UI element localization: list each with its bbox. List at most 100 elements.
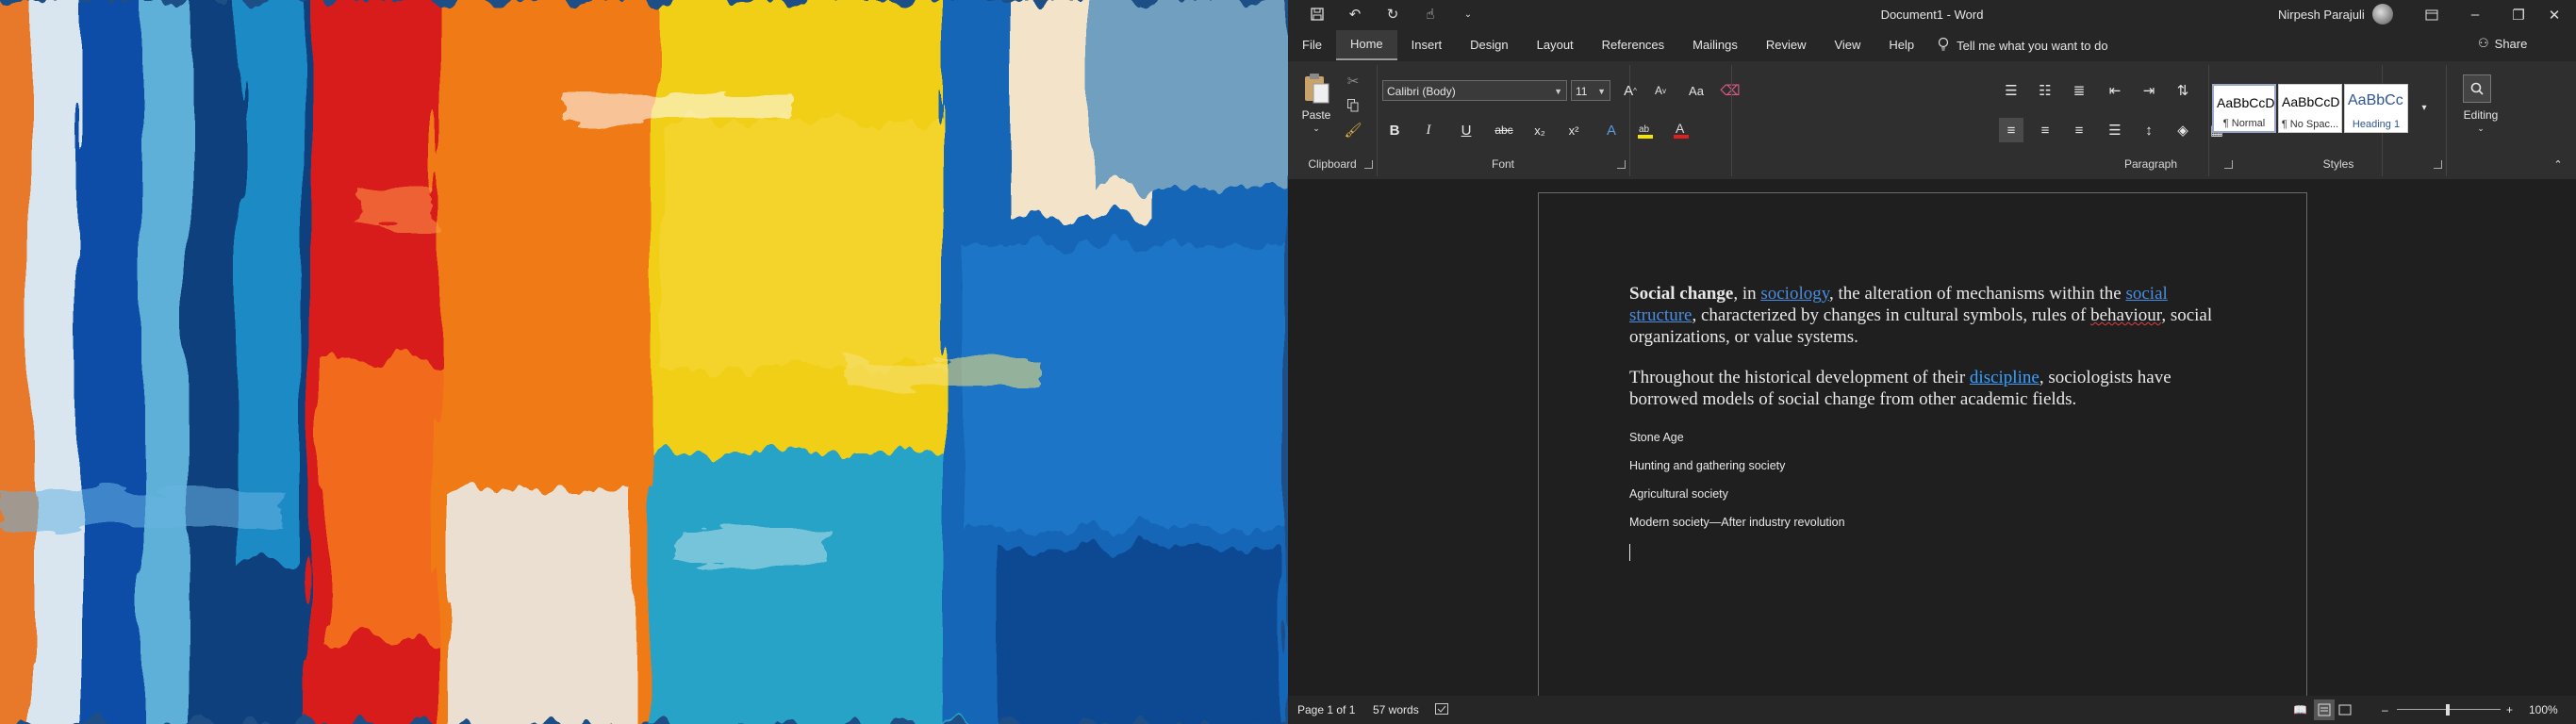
superscript-button[interactable]: x² — [1561, 118, 1586, 142]
paragraph-2[interactable]: Throughout the historical development of… — [1629, 367, 2233, 410]
paragraph-1[interactable]: Social change, in sociology, the alterat… — [1629, 283, 2233, 348]
title-bar: ↶ ↻ ☝ ⌄ Document1 - Word Nirpesh Parajul… — [1288, 0, 2576, 29]
change-case-glyph: Aa — [1689, 83, 1704, 98]
subscript-glyph: x₂ — [1534, 123, 1545, 138]
strikethrough-button[interactable]: abc — [1492, 118, 1516, 142]
font-size-combo[interactable]: 11 ▼ — [1571, 80, 1610, 101]
list-item[interactable]: Hunting and gathering society — [1629, 459, 2233, 474]
increase-indent-icon[interactable]: ⇥ — [2137, 78, 2161, 103]
editing-label: Editing — [2463, 108, 2499, 122]
grow-font-icon[interactable]: A ^ — [1618, 78, 1643, 103]
page-count[interactable]: Page 1 of 1 — [1297, 703, 1355, 716]
tab-mailings[interactable]: Mailings — [1678, 31, 1752, 59]
style-heading-1[interactable]: AaBbCc Heading 1 — [2344, 84, 2408, 133]
shrink-font-icon[interactable]: Av — [1648, 78, 1673, 103]
misspelled-word[interactable]: behaviour — [2090, 305, 2161, 325]
clipboard-dialog-launcher[interactable] — [1364, 160, 1373, 169]
zoom-in-icon[interactable]: + — [2506, 703, 2513, 716]
tell-me-search[interactable]: Tell me what you want to do — [1938, 37, 2108, 55]
collapse-ribbon-icon[interactable]: ⌃ — [2546, 152, 2570, 176]
font-group: Calibri (Body) ▼ 11 ▼ A ^ Av Aa ⌫ B I U abc… — [1377, 65, 1741, 176]
tab-help[interactable]: Help — [1874, 31, 1928, 59]
zoom-out-icon[interactable]: – — [2382, 703, 2388, 716]
share-button[interactable]: ⚇ Share — [2478, 36, 2527, 51]
paste-dropdown-icon[interactable]: ⌄ — [1297, 123, 1335, 134]
style-heading-1-name: Heading 1 — [2352, 119, 2401, 130]
word-window: ↶ ↻ ☝ ⌄ Document1 - Word Nirpesh Parajul… — [1288, 0, 2576, 724]
style-no-spacing-sample: AaBbCcDc — [2282, 94, 2340, 109]
clear-formatting-icon[interactable]: ⌫ — [1718, 78, 1742, 103]
share-label: Share — [2494, 36, 2528, 51]
tab-references[interactable]: References — [1588, 31, 1678, 59]
style-normal[interactable]: AaBbCcDc ¶ Normal — [2212, 84, 2276, 133]
tab-review[interactable]: Review — [1752, 31, 1821, 59]
close-icon[interactable]: ✕ — [2533, 0, 2576, 29]
list-item[interactable]: Agricultural society — [1629, 487, 2233, 502]
document-content[interactable]: Social change, in sociology, the alterat… — [1629, 283, 2233, 561]
tab-design[interactable]: Design — [1456, 31, 1522, 59]
proofing-icon[interactable] — [1435, 703, 1448, 717]
text-effects-icon[interactable]: A — [1599, 118, 1624, 142]
zoom-slider-thumb[interactable] — [2446, 704, 2450, 716]
tab-view[interactable]: View — [1820, 31, 1874, 59]
bold-button[interactable]: B — [1382, 118, 1407, 142]
read-mode-icon[interactable]: 📖 — [2293, 703, 2307, 716]
align-right-button[interactable]: ≡ — [2067, 118, 2091, 142]
style-heading-1-sample: AaBbCc — [2348, 92, 2403, 108]
abstract-painting-image — [0, 0, 1288, 724]
bullets-icon[interactable]: ☰ — [1999, 78, 2023, 103]
paste-label: Paste — [1301, 108, 1331, 122]
tab-home[interactable]: Home — [1335, 30, 1397, 60]
align-left-button[interactable]: ≡ — [1999, 118, 2023, 142]
tab-file[interactable]: File — [1288, 31, 1336, 59]
web-layout-icon[interactable] — [2338, 703, 2352, 719]
word-count[interactable]: 57 words — [1373, 703, 1419, 716]
cut-icon[interactable]: ✂ — [1341, 69, 1365, 93]
status-bar: Page 1 of 1 57 words 📖 – + 100% — [1288, 696, 2576, 724]
font-color-icon[interactable]: A — [1669, 118, 1693, 142]
change-case-icon[interactable]: Aa — [1684, 78, 1709, 103]
styles-dialog-launcher[interactable] — [2434, 160, 2442, 169]
underline-button[interactable]: U — [1454, 118, 1478, 142]
italic-button[interactable]: I — [1416, 118, 1441, 142]
font-name-combo[interactable]: Calibri (Body) ▼ — [1382, 80, 1567, 101]
ribbon-display-options-icon[interactable] — [2410, 0, 2453, 29]
document-page[interactable]: Social change, in sociology, the alterat… — [1538, 192, 2307, 720]
editing-group[interactable]: Editing ⌄ — [2446, 65, 2516, 176]
format-painter-icon[interactable]: 🖌 — [1341, 118, 1365, 142]
lightbulb-icon — [1938, 37, 1949, 55]
italic-glyph: I — [1426, 122, 1431, 138]
subscript-button[interactable]: x₂ — [1527, 118, 1552, 142]
numbering-icon[interactable]: ☷ — [2033, 78, 2057, 103]
user-name[interactable]: Nirpesh Parajuli — [2278, 8, 2365, 22]
line-spacing-icon[interactable]: ↕ — [2137, 118, 2161, 142]
highlight-icon[interactable]: ab — [1633, 118, 1658, 142]
styles-gallery-more-icon[interactable]: ▾ — [2412, 95, 2436, 120]
clipboard-group-label: Clipboard — [1308, 157, 1357, 171]
svg-text:A: A — [1676, 121, 1685, 136]
hyperlink-sociology[interactable]: sociology — [1760, 284, 1829, 304]
zoom-level[interactable]: 100% — [2529, 703, 2558, 716]
shading-icon[interactable]: ◈ — [2171, 118, 2195, 142]
align-center-button[interactable]: ≡ — [2033, 118, 2057, 142]
superscript-glyph: x² — [1568, 123, 1579, 138]
paste-button[interactable]: Paste ⌄ — [1297, 71, 1335, 137]
chevron-down-icon: ▼ — [1597, 87, 1606, 96]
tab-insert[interactable]: Insert — [1397, 31, 1457, 59]
decrease-indent-icon[interactable]: ⇤ — [2103, 78, 2127, 103]
avatar[interactable] — [2372, 4, 2393, 25]
hyperlink-discipline[interactable]: discipline — [1970, 368, 2039, 387]
style-normal-sample: AaBbCcDc — [2217, 95, 2275, 110]
copy-icon[interactable] — [1341, 93, 1365, 118]
text-run: , in — [1733, 284, 1761, 304]
list-item[interactable]: Stone Age — [1629, 431, 2233, 446]
justify-button[interactable]: ☰ — [2103, 118, 2127, 142]
font-dialog-launcher[interactable] — [1617, 160, 1626, 169]
sort-icon[interactable]: ⇅ — [2171, 78, 2195, 103]
print-layout-icon[interactable] — [2314, 699, 2335, 720]
tab-layout[interactable]: Layout — [1523, 31, 1588, 59]
minimize-icon[interactable]: – — [2453, 0, 2497, 29]
multilevel-list-icon[interactable]: ≣ — [2067, 78, 2091, 103]
list-item[interactable]: Modern society—After industry revolution — [1629, 516, 2233, 531]
style-no-spacing[interactable]: AaBbCcDc ¶ No Spac... — [2278, 84, 2342, 133]
